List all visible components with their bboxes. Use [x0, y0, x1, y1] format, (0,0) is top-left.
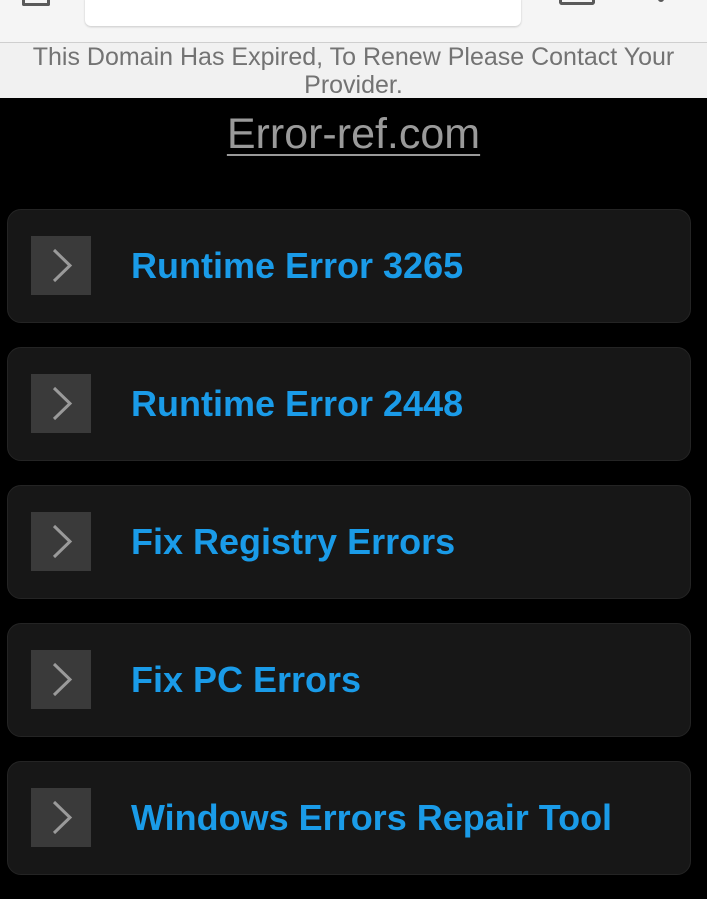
link-list: Runtime Error 3265 Runtime Error 2448 Fi… — [7, 209, 691, 899]
link-card-runtime-error-2448[interactable]: Runtime Error 2448 — [7, 347, 691, 461]
link-card-fix-registry-errors[interactable]: Fix Registry Errors — [7, 485, 691, 599]
link-card-windows-errors-repair-tool[interactable]: Windows Errors Repair Tool — [7, 761, 691, 875]
link-label: Fix Registry Errors — [131, 521, 456, 562]
chevron-right-icon — [31, 650, 91, 709]
chevron-right-icon — [31, 374, 91, 433]
link-label: Windows Errors Repair Tool — [131, 797, 613, 838]
link-label: Runtime Error 2448 — [131, 383, 464, 424]
link-card-fix-pc-errors[interactable]: Fix PC Errors — [7, 623, 691, 737]
site-title: Error-ref.com — [0, 110, 707, 159]
chevron-right-icon — [31, 512, 91, 571]
link-card-runtime-error-3265[interactable]: Runtime Error 3265 — [7, 209, 691, 323]
address-bar[interactable] — [85, 0, 521, 26]
site-title-link[interactable]: Error-ref.com — [227, 110, 480, 158]
link-label: Runtime Error 3265 — [131, 245, 464, 286]
tabs-icon[interactable] — [559, 0, 595, 5]
chevron-right-icon — [31, 788, 91, 847]
home-icon[interactable] — [22, 0, 50, 6]
chevron-right-icon — [31, 236, 91, 295]
browser-toolbar — [0, 0, 707, 43]
expired-domain-banner: This Domain Has Expired, To Renew Please… — [0, 43, 707, 99]
link-label: Fix PC Errors — [131, 659, 362, 700]
menu-icon[interactable] — [658, 0, 664, 2]
